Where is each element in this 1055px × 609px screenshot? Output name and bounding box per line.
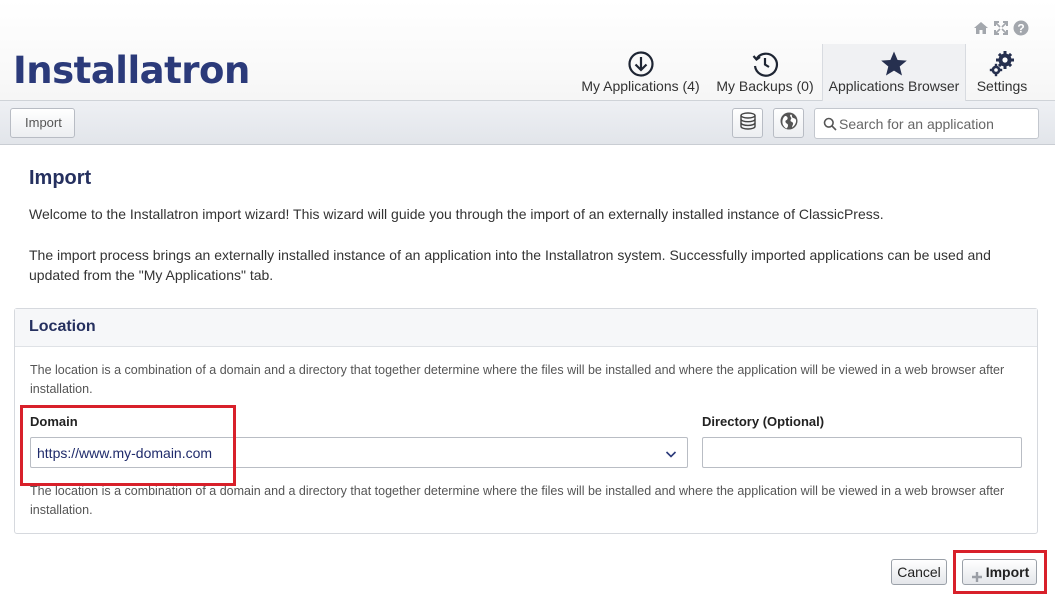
import-button[interactable]: Import	[962, 559, 1037, 585]
language-button[interactable]	[773, 108, 804, 138]
breadcrumb-import[interactable]: Import	[10, 108, 75, 138]
top-utility-icons: ?	[973, 20, 1029, 36]
search-input[interactable]	[839, 109, 1034, 138]
location-title: Location	[29, 318, 96, 335]
app-header: Installatron ? My Applications (4) My Ba…	[0, 0, 1055, 101]
database-icon	[738, 111, 758, 136]
search-box[interactable]	[814, 108, 1039, 139]
location-panel-header: Location	[15, 309, 1037, 347]
cancel-button[interactable]: Cancel	[891, 559, 947, 585]
tab-my-applications[interactable]: My Applications (4)	[578, 44, 703, 101]
directory-input[interactable]	[702, 437, 1022, 468]
help-icon[interactable]: ?	[1013, 20, 1029, 36]
chevron-down-icon	[665, 447, 677, 459]
tab-label: My Applications (4)	[581, 78, 700, 94]
gears-icon	[988, 50, 1016, 78]
globe-icon	[779, 111, 799, 136]
logo: Installatron	[13, 49, 250, 92]
tab-my-backups[interactable]: My Backups (0)	[713, 44, 817, 101]
directory-label: Directory (Optional)	[702, 414, 825, 429]
intro-text: Welcome to the Installatron import wizar…	[29, 206, 884, 222]
intro-description: The import process brings an externally …	[29, 247, 991, 283]
download-circle-icon	[627, 50, 655, 78]
page-title: Import	[29, 167, 92, 189]
domain-highlight-box	[20, 405, 236, 486]
plus-icon	[971, 566, 983, 582]
location-help-text-bottom: The location is a combination of a domai…	[30, 484, 1005, 517]
history-clock-icon	[751, 50, 779, 78]
svg-text:?: ?	[1017, 22, 1024, 36]
location-help-text: The location is a combination of a domai…	[30, 363, 1005, 396]
tab-label: Settings	[976, 78, 1028, 94]
search-icon	[823, 117, 837, 131]
import-button-label: Import	[985, 564, 1030, 580]
home-icon[interactable]	[973, 20, 989, 36]
fullscreen-icon[interactable]	[993, 20, 1009, 36]
database-button[interactable]	[732, 108, 763, 138]
tab-applications-browser[interactable]: Applications Browser	[822, 44, 966, 101]
star-icon	[880, 50, 908, 78]
toolbar: Import	[0, 101, 1055, 145]
tab-label: My Backups (0)	[716, 78, 814, 94]
tab-settings[interactable]: Settings	[968, 44, 1036, 101]
tab-label: Applications Browser	[828, 78, 960, 94]
